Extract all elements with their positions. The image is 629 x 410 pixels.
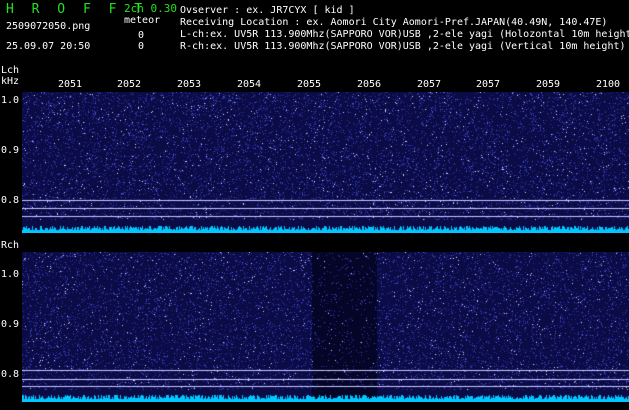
time-label: 2054 bbox=[237, 79, 262, 90]
time-label: 2053 bbox=[177, 79, 202, 90]
lch-tick-1.0: 1.0 bbox=[1, 95, 20, 106]
datetime: 25.09.07 20:50 bbox=[6, 41, 91, 52]
time-label: 2055 bbox=[297, 79, 322, 90]
rch-tick-0.8: 0.8 bbox=[1, 369, 20, 380]
rch-spectrogram[interactable] bbox=[22, 252, 629, 402]
time-label: 2056 bbox=[357, 79, 382, 90]
rch-spectrogram-canvas bbox=[22, 252, 629, 402]
time-label: 2051 bbox=[58, 79, 83, 90]
rch-tick-0.9: 0.9 bbox=[1, 319, 20, 330]
rch-tick-1.0: 1.0 bbox=[1, 269, 20, 280]
time-label: 2052 bbox=[117, 79, 142, 90]
lch-spectrogram-canvas bbox=[22, 92, 629, 233]
filename: 2509072050.png bbox=[6, 21, 91, 32]
lch-info-line: L-ch:ex. UV5R 113.900Mhz(SAPPORO VOR)USB… bbox=[180, 29, 629, 40]
time-label: 2057 bbox=[476, 79, 501, 90]
location-line: Receiving Location : ex. Aomori City Aom… bbox=[180, 17, 608, 28]
rch-meteor-count: 0 bbox=[138, 41, 145, 52]
rch-info-line: R-ch:ex. UV5R 113.900Mhz(SAPPORO VOR)USB… bbox=[180, 41, 626, 52]
time-label: 2057 bbox=[417, 79, 442, 90]
observation-info: Ovserver : ex. JR7CYX [ kid ] Receiving … bbox=[180, 5, 629, 53]
lch-tick-0.8: 0.8 bbox=[1, 195, 20, 206]
lch-meteor-count: 0 bbox=[138, 30, 145, 41]
mode-label: 2ch 0.30 bbox=[124, 2, 177, 15]
lch-unit-label: kHz bbox=[1, 76, 20, 87]
lch-tick-0.9: 0.9 bbox=[1, 145, 20, 156]
time-label: 2100 bbox=[596, 79, 621, 90]
rch-channel-label: Rch bbox=[1, 240, 20, 251]
observer-line: Ovserver : ex. JR7CYX [ kid ] bbox=[180, 5, 355, 16]
lch-spectrogram[interactable] bbox=[22, 92, 629, 233]
time-label: 2059 bbox=[536, 79, 561, 90]
meteor-label: meteor bbox=[124, 15, 161, 26]
lch-channel-label: Lch bbox=[1, 65, 20, 76]
